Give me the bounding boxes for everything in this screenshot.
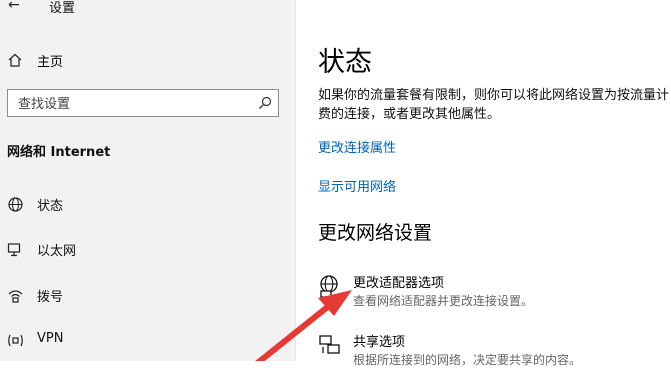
dialup-icon — [8, 290, 23, 303]
sidebar: ← 设置 主页 网络和 Internet 状态 以太网 — [0, 0, 296, 361]
sidebar-item-label: VPN — [37, 331, 64, 346]
sidebar-item-dialup[interactable]: 拨号 — [0, 280, 295, 310]
page-title: 状态 — [318, 47, 372, 78]
monitor-icon — [7, 243, 21, 257]
sidebar-item-ethernet[interactable]: 以太网 — [0, 234, 295, 264]
main-panel: 状态 如果你的流量套餐有限制，则你可以将此网络设置为按流量计费的连接，或者更改其… — [296, 0, 671, 367]
back-arrow-icon[interactable]: ← — [8, 0, 26, 14]
search-box[interactable] — [7, 89, 279, 118]
section-heading: 更改网络设置 — [318, 222, 433, 244]
adapter-globe-icon — [320, 275, 338, 298]
sidebar-item-label: 以太网 — [37, 244, 77, 259]
option-subtitle: 查看网络适配器并更改连接设置。 — [353, 294, 534, 308]
option-title: 共享选项 — [353, 335, 406, 350]
status-description: 如果你的流量套餐有限制，则你可以将此网络设置为按流量计费的连接，或者更改其他属性… — [318, 88, 670, 122]
globe-icon — [8, 197, 23, 212]
search-icon[interactable] — [258, 96, 272, 110]
app-title: 设置 — [49, 1, 76, 16]
sidebar-item-label: 状态 — [37, 199, 64, 214]
sharing-options[interactable]: 共享选项 根据所连接到的网络，决定要共享的内容。 — [318, 331, 671, 371]
vpn-icon — [8, 334, 23, 347]
sharing-icon — [319, 335, 340, 354]
change-connection-properties-link[interactable]: 更改连接属性 — [318, 137, 396, 156]
sidebar-item-home[interactable]: 主页 — [0, 46, 295, 74]
option-subtitle: 根据所连接到的网络，决定要共享的内容。 — [353, 353, 582, 367]
search-input[interactable] — [16, 90, 250, 118]
option-title: 更改适配器选项 — [353, 276, 445, 291]
show-available-networks-link[interactable]: 显示可用网络 — [318, 176, 396, 195]
sidebar-item-label: 拨号 — [37, 290, 64, 305]
section-title: 网络和 Internet — [7, 145, 111, 160]
sidebar-item-vpn[interactable]: VPN — [0, 325, 295, 355]
change-adapter-options[interactable]: 更改适配器选项 查看网络适配器并更改连接设置。 — [318, 272, 671, 312]
home-icon — [8, 53, 22, 67]
sidebar-item-label: 主页 — [37, 54, 64, 70]
sidebar-item-status[interactable]: 状态 — [0, 189, 295, 219]
